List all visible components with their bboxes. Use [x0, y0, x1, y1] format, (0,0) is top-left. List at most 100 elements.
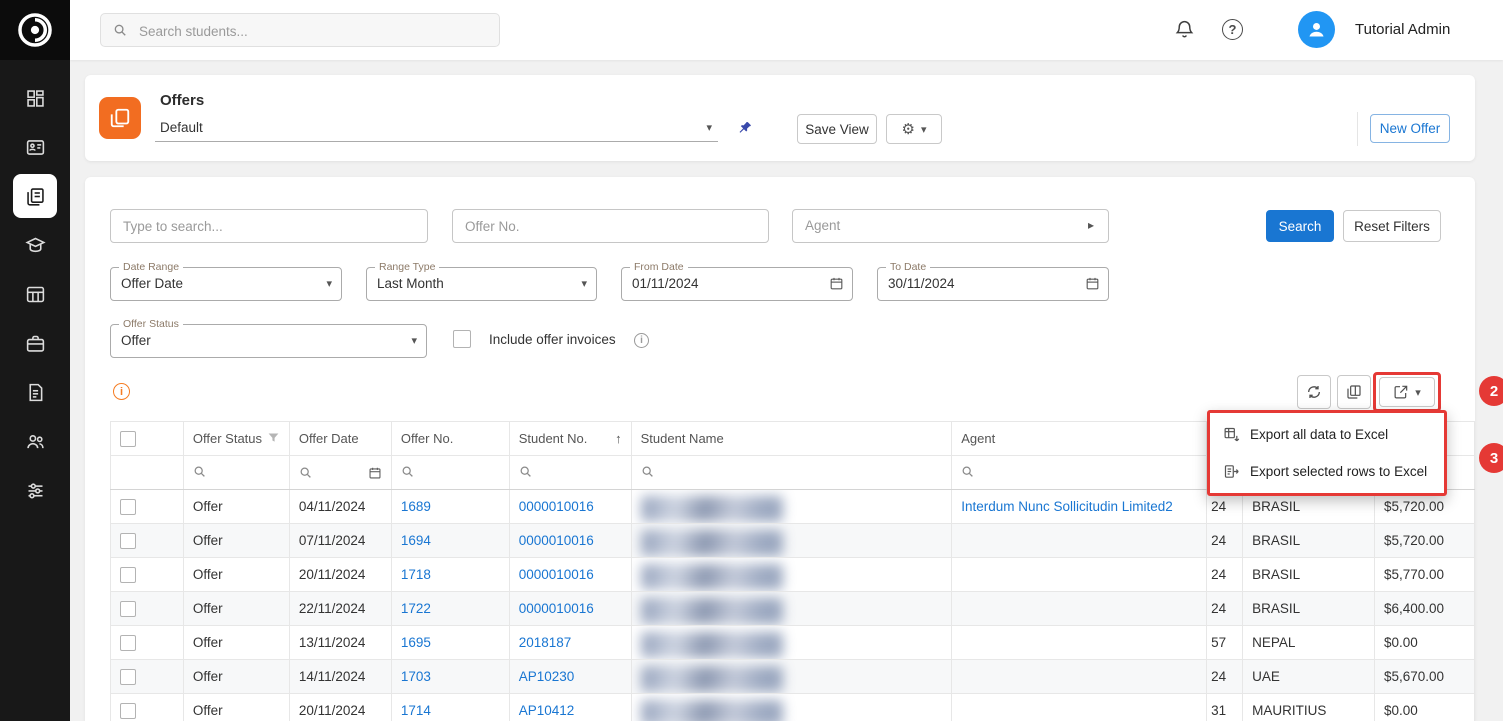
export-selected-menu-item[interactable]: Export selected rows to Excel	[1210, 453, 1444, 490]
agent-dropdown[interactable]: Agent ▸	[792, 209, 1109, 243]
briefcase-icon	[25, 333, 46, 354]
row-select-cell[interactable]	[111, 694, 184, 721]
app-logo[interactable]	[0, 0, 70, 60]
reset-filters-button[interactable]: Reset Filters	[1343, 210, 1441, 242]
col-agent[interactable]: Agent	[952, 422, 1207, 456]
agent-link[interactable]: Interdum Nunc Sollicitudin Limited2	[961, 499, 1173, 514]
offer-no-link[interactable]: 1722	[401, 601, 431, 616]
view-selector[interactable]: Default ▾	[155, 113, 718, 142]
row-checkbox[interactable]	[120, 499, 136, 515]
date-range-select[interactable]: Date Range Offer Date ▾	[110, 267, 342, 301]
country-cell: NEPAL	[1243, 626, 1375, 660]
filter-offer-date[interactable]	[289, 456, 391, 490]
col-offer-date[interactable]: Offer Date	[289, 422, 391, 456]
calendar-icon[interactable]	[1085, 276, 1100, 291]
settings-dropdown-button[interactable]: ⚙ ▾	[886, 114, 942, 144]
calendar-icon[interactable]	[368, 466, 382, 480]
col-student-name[interactable]: Student Name	[631, 422, 952, 456]
include-invoices-checkbox[interactable]	[453, 330, 471, 348]
search-icon	[519, 465, 532, 478]
from-date-field[interactable]: From Date 01/11/2024	[621, 267, 853, 301]
amount-cell: $5,670.00	[1375, 660, 1475, 694]
help-icon[interactable]: ?	[1222, 19, 1243, 40]
student-no-link[interactable]: 0000010016	[519, 499, 594, 514]
country-cell: BRASIL	[1243, 524, 1375, 558]
bell-icon[interactable]	[1174, 19, 1195, 45]
row-checkbox[interactable]	[120, 601, 136, 617]
sidebar-item-dashboard[interactable]	[13, 76, 57, 120]
row-select-cell[interactable]	[111, 524, 184, 558]
export-all-menu-item[interactable]: Export all data to Excel	[1210, 416, 1444, 453]
refresh-button[interactable]	[1297, 375, 1331, 409]
age-cell: 24	[1207, 558, 1243, 592]
row-checkbox[interactable]	[120, 703, 136, 719]
save-view-button[interactable]: Save View	[797, 114, 877, 144]
col-offer-no[interactable]: Offer No.	[391, 422, 509, 456]
sidebar-item-invoices[interactable]	[13, 370, 57, 414]
filter-agent[interactable]	[952, 456, 1207, 490]
filter-student-no[interactable]	[509, 456, 631, 490]
global-search-input[interactable]	[137, 15, 491, 47]
to-date-field[interactable]: To Date 30/11/2024	[877, 267, 1109, 301]
offer-no-link[interactable]: 1718	[401, 567, 431, 582]
amount-cell: $5,770.00	[1375, 558, 1475, 592]
offer-no-link[interactable]: 1689	[401, 499, 431, 514]
row-select-cell[interactable]	[111, 660, 184, 694]
row-select-cell[interactable]	[111, 558, 184, 592]
column-chooser-button[interactable]	[1337, 375, 1371, 409]
offer-no-cell: 1694	[391, 524, 509, 558]
col-student-no[interactable]: Student No. ↑	[509, 422, 631, 456]
student-no-link[interactable]: 0000010016	[519, 533, 594, 548]
sidebar-item-education[interactable]	[13, 223, 57, 267]
select-all-checkbox[interactable]	[120, 431, 136, 447]
global-student-search[interactable]	[100, 13, 500, 47]
row-checkbox[interactable]	[120, 635, 136, 651]
row-select-cell[interactable]	[111, 490, 184, 524]
offer-no-input[interactable]	[452, 209, 769, 243]
filter-offer-no[interactable]	[391, 456, 509, 490]
student-no-link[interactable]: AP10230	[519, 669, 575, 684]
export-button[interactable]: ▾	[1379, 377, 1435, 407]
filter-funnel-icon[interactable]	[267, 431, 280, 447]
sidebar-menu	[0, 76, 70, 512]
calendar-icon[interactable]	[829, 276, 844, 291]
offer-no-link[interactable]: 1694	[401, 533, 431, 548]
sidebar-item-contacts[interactable]	[13, 125, 57, 169]
student-no-link[interactable]: 2018187	[519, 635, 572, 650]
offer-no-link[interactable]: 1695	[401, 635, 431, 650]
offer-no-link[interactable]: 1703	[401, 669, 431, 684]
col-offer-status[interactable]: Offer Status	[183, 422, 289, 456]
sidebar-item-offers[interactable]	[13, 174, 57, 218]
avatar[interactable]	[1298, 11, 1335, 48]
sort-asc-icon[interactable]: ↑	[615, 431, 622, 446]
row-checkbox[interactable]	[120, 669, 136, 685]
sidebar-item-settings[interactable]	[13, 468, 57, 512]
filter-student-name[interactable]	[631, 456, 952, 490]
row-select-cell[interactable]	[111, 592, 184, 626]
range-type-select[interactable]: Range Type Last Month ▾	[366, 267, 597, 301]
sidebar-item-services[interactable]	[13, 321, 57, 365]
row-checkbox[interactable]	[120, 533, 136, 549]
alert-info-icon[interactable]: i	[113, 383, 130, 400]
offer-status-select[interactable]: Offer Status Offer ▾	[110, 324, 427, 358]
offer-no-link[interactable]: 1714	[401, 703, 431, 718]
student-no-link[interactable]: 0000010016	[519, 567, 594, 582]
sliders-icon	[25, 480, 46, 501]
row-checkbox[interactable]	[120, 567, 136, 583]
select-all-cell[interactable]	[111, 422, 184, 456]
header-divider	[1357, 112, 1358, 146]
country-cell: UAE	[1243, 660, 1375, 694]
row-select-cell[interactable]	[111, 626, 184, 660]
student-no-link[interactable]: AP10412	[519, 703, 575, 718]
search-button[interactable]: Search	[1266, 210, 1334, 242]
sidebar-item-tables[interactable]	[13, 272, 57, 316]
pin-icon[interactable]	[737, 120, 753, 141]
sidebar-item-agents[interactable]	[13, 419, 57, 463]
filter-offer-status[interactable]	[183, 456, 289, 490]
new-offer-button[interactable]: New Offer	[1370, 114, 1450, 143]
keyword-search-input[interactable]	[110, 209, 428, 243]
student-no-link[interactable]: 0000010016	[519, 601, 594, 616]
view-selector-value: Default	[160, 120, 203, 135]
offer-no-cell: 1703	[391, 660, 509, 694]
student-name-cell	[631, 660, 952, 694]
